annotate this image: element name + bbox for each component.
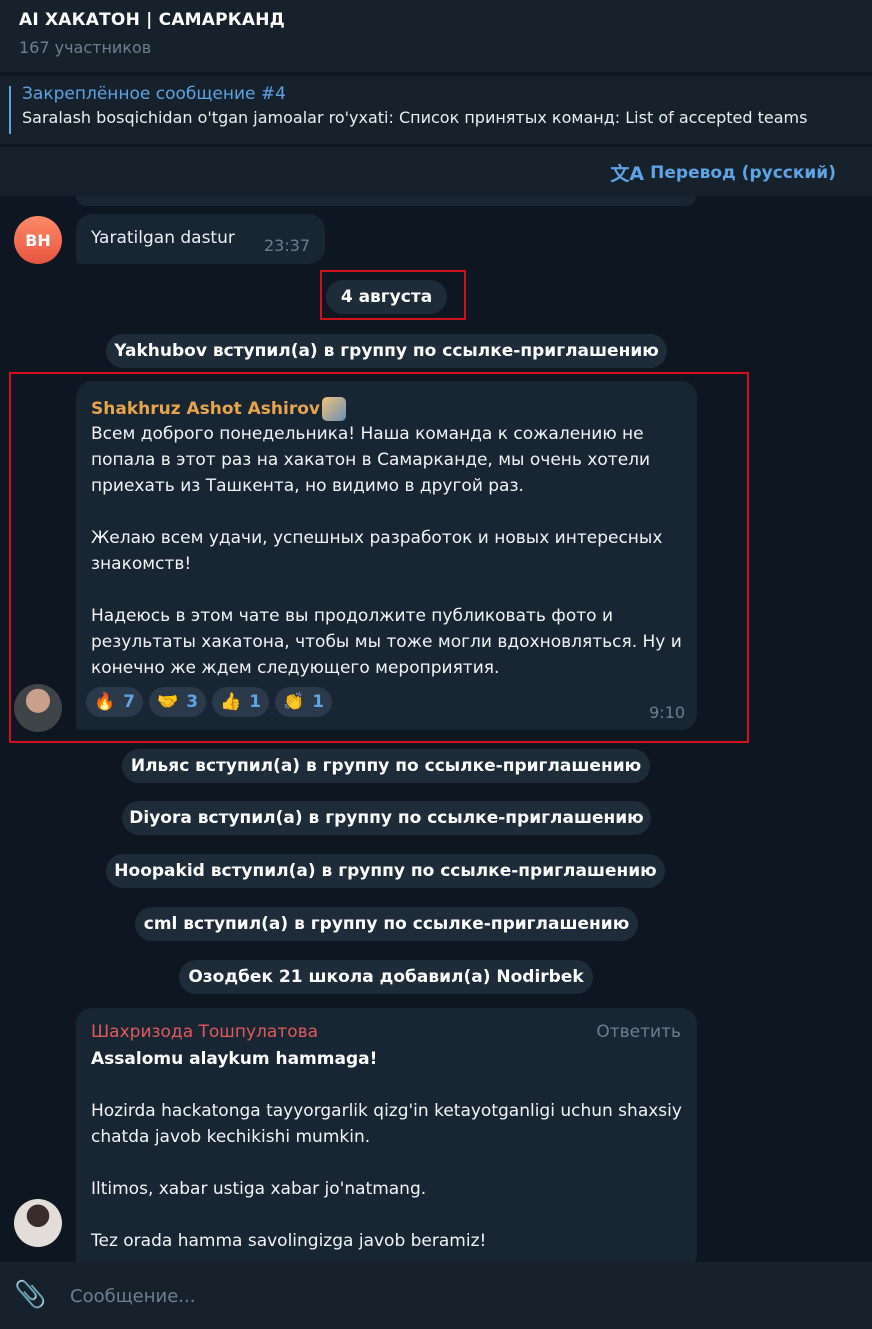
service-message: Yakhubov вступил(а) в группу по ссылке-п…	[106, 334, 667, 368]
sender-name[interactable]: Shakhruz Ashot Ashirov	[91, 397, 346, 421]
avatar-initials: BH	[25, 230, 51, 250]
thumbs-up-icon: 👍	[220, 692, 242, 712]
chat-title: AI ХАКАТОН | САМАРКАНД	[19, 10, 286, 30]
avatar[interactable]	[14, 1199, 62, 1247]
reaction-count: 7	[123, 692, 136, 712]
chat-header[interactable]: AI ХАКАТОН | САМАРКАНД 167 участников	[0, 0, 872, 72]
reaction-handshake[interactable]: 🤝 3	[149, 687, 207, 717]
message-bubble[interactable]: Shakhruz Ashot Ashirov Всем доброго поне…	[76, 381, 697, 730]
reaction-count: 1	[312, 692, 325, 712]
service-text: cml вступил(а) в группу по ссылке-пригла…	[143, 914, 630, 934]
pinned-message-bar[interactable]: Закреплённое сообщение #4 Saralash bosqi…	[0, 76, 872, 144]
service-text: Yakhubov вступил(а) в группу по ссылке-п…	[114, 341, 659, 361]
service-text: Diyora вступил(а) в группу по ссылке-при…	[129, 808, 644, 828]
message-time: 9:10	[649, 703, 685, 722]
message-bold-text: Assalomu alaykum hammaga!	[91, 1049, 378, 1069]
message-bubble[interactable]: Шахризода Тошпулатова Ответить Assalomu …	[76, 1008, 697, 1270]
reaction-fire[interactable]: 🔥 7	[86, 687, 144, 717]
message-paragraph: Hozirda hackatonga tayyorgarlik qizg'in …	[91, 1101, 682, 1147]
translate-label: Перевод (русский)	[650, 162, 836, 183]
pinned-text: Saralash bosqichidan o'tgan jamoalar ro'…	[22, 108, 808, 127]
sender-name[interactable]: Шахризода Тошпулатова	[91, 1022, 318, 1042]
message-input[interactable]	[70, 1282, 830, 1310]
pinned-title: Закреплённое сообщение #4	[22, 84, 286, 104]
service-message: Hoopakid вступил(а) в группу по ссылке-п…	[106, 854, 665, 888]
translate-icon: 文A	[610, 163, 645, 185]
fire-icon: 🔥	[94, 692, 116, 712]
reaction-clap[interactable]: 👏 1	[275, 687, 333, 717]
message-paragraph: Всем доброго понедельника! Наша команда …	[91, 424, 651, 496]
pinned-indicator	[9, 86, 11, 134]
message-composer: 📎	[0, 1262, 872, 1329]
message-bubble[interactable]: Yaratilgan dastur 23:37	[76, 214, 325, 264]
service-message: Ильяс вступил(а) в группу по ссылке-приг…	[122, 749, 650, 783]
message-paragraph: Желаю всем удачи, успешных разработок и …	[91, 528, 663, 574]
service-message: cml вступил(а) в группу по ссылке-пригла…	[135, 907, 638, 941]
member-count: 167 участников	[19, 38, 152, 57]
service-text: Ильяс вступил(а) в группу по ссылке-приг…	[130, 756, 642, 776]
reply-button[interactable]: Ответить	[596, 1022, 681, 1042]
message-paragraph: Tez orada hamma savolingizga javob beram…	[91, 1231, 487, 1251]
service-message: Озодбек 21 школа добавил(а) Nodirbek	[179, 960, 593, 994]
message-paragraph: Iltimos, xabar ustiga xabar jo'natmang.	[91, 1179, 427, 1199]
avatar[interactable]: BH	[14, 216, 62, 264]
service-text: Озодбек 21 школа добавил(а) Nodirbek	[188, 967, 584, 987]
custom-emoji-icon	[321, 397, 346, 421]
previous-bubble-edge	[76, 196, 696, 206]
translate-bar: 文A Перевод (русский)	[0, 146, 872, 196]
clap-icon: 👏	[283, 692, 305, 712]
reactions-row: 🔥 7 🤝 3 👍 1 👏 1	[86, 687, 333, 717]
service-text: Hoopakid вступил(а) в группу по ссылке-п…	[114, 861, 657, 881]
reaction-count: 3	[186, 692, 199, 712]
message-time: 23:37	[264, 236, 311, 255]
service-message: Diyora вступил(а) в группу по ссылке-при…	[122, 801, 651, 835]
sender-name-text: Shakhruz Ashot Ashirov	[91, 399, 320, 419]
message-text: Yaratilgan dastur	[91, 228, 235, 248]
handshake-icon: 🤝	[157, 692, 179, 712]
message-paragraph: Assalomu alaykum hammaga!	[91, 1046, 686, 1072]
message-paragraph: Надеюсь в этом чате вы продолжите публик…	[91, 606, 682, 678]
reaction-thumbs-up[interactable]: 👍 1	[212, 687, 270, 717]
translate-button[interactable]: 文A Перевод (русский)	[610, 159, 836, 186]
reaction-count: 1	[249, 692, 262, 712]
highlight-box-date	[320, 270, 466, 320]
avatar[interactable]	[14, 684, 62, 732]
attach-icon[interactable]: 📎	[14, 1280, 46, 1310]
